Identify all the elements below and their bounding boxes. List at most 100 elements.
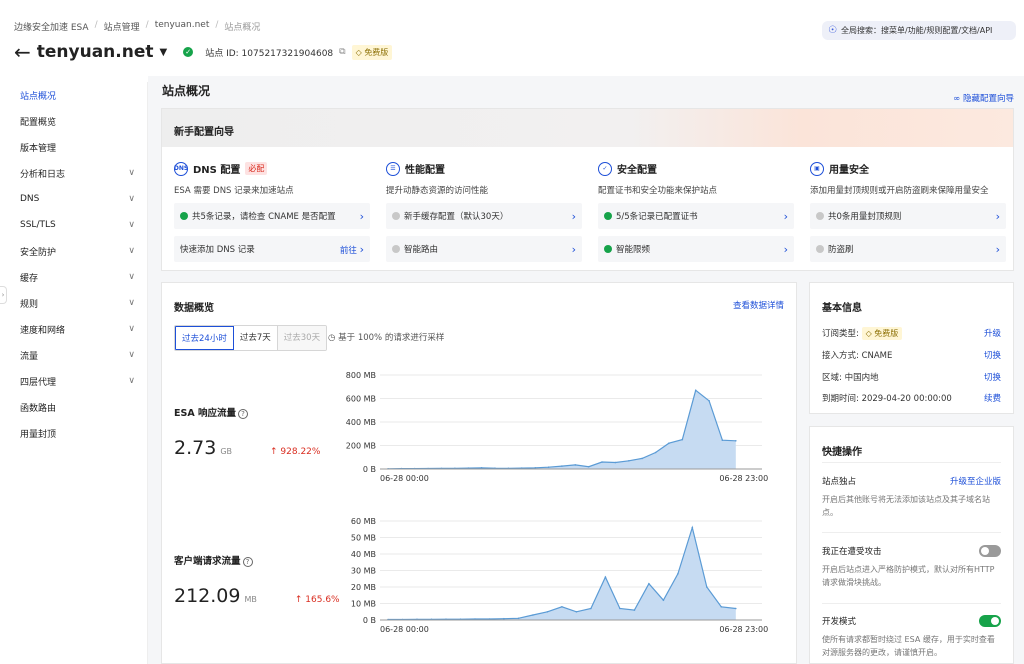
sidebar-item[interactable]: 规则 ∨: [0, 290, 147, 316]
y-tick-label: 30 MB: [351, 567, 376, 576]
guide-row[interactable]: 5/5条记录已配置证书 ›: [598, 203, 794, 229]
help-icon[interactable]: ?: [238, 409, 248, 419]
range-24h-tab[interactable]: 过去24小时: [175, 326, 234, 350]
sidebar-item[interactable]: 配置概览: [0, 108, 147, 134]
minus-circle-icon: [816, 245, 824, 253]
sidebar-item[interactable]: 版本管理: [0, 134, 147, 160]
help-icon[interactable]: ?: [242, 557, 253, 567]
divider: [822, 462, 1001, 463]
sidebar-item-label: SSL/TLS: [20, 220, 56, 230]
sidebar-item-label: 规则: [20, 299, 39, 310]
chevron-right-icon: ›: [359, 209, 364, 223]
sidebar-item-label: 速度和网络: [20, 325, 66, 336]
metric-esa-response-traffic: ESA 响应流量? 2.73 GB ↑ 928.22%: [174, 405, 320, 459]
y-tick-label: 800 MB: [346, 371, 376, 380]
sidebar-item[interactable]: 函数路由: [0, 394, 147, 420]
info-row-region: 区域: 中国内地 切换: [822, 371, 1001, 383]
sidebar-item[interactable]: SSL/TLS ∨: [0, 212, 147, 238]
metric-name: ESA 响应流量: [174, 408, 236, 419]
sidebar-item-label: 分析和日志: [20, 169, 66, 180]
data-point: [614, 461, 617, 464]
sidebar-collapse-handle[interactable]: ›: [0, 286, 7, 304]
guide-row[interactable]: 快速添加 DNS 记录 前往 ›: [174, 236, 370, 262]
divider: [822, 603, 1001, 604]
hide-guide-link[interactable]: ∞ 隐藏配置向导: [953, 92, 1014, 104]
data-point: [677, 573, 679, 575]
caret-down-icon[interactable]: ▼: [160, 47, 168, 58]
global-search-placeholder: 全局搜索：搜菜单/功能/规则配置/文档/API: [840, 26, 993, 35]
breadcrumb-esa[interactable]: 边缘安全加速 ESA: [14, 20, 89, 33]
metric-name: 客户端请求流量: [174, 556, 241, 567]
monitor-icon: ▣: [810, 161, 824, 176]
under-attack-toggle[interactable]: [979, 545, 1001, 557]
sidebar-item[interactable]: 用量封顶: [0, 420, 147, 446]
chevron-right-icon: ›: [359, 242, 364, 256]
sidebar-item[interactable]: 流量 ∨: [0, 342, 147, 368]
sidebar-item-label: 缓存: [20, 273, 39, 284]
sidebar-item[interactable]: DNS ∨: [0, 186, 147, 212]
y-tick-label: 60 MB: [351, 517, 376, 526]
diamond-icon: ◇: [355, 47, 365, 57]
y-tick-label: 600 MB: [346, 395, 376, 404]
quick-ops-title: 快捷操作: [822, 447, 862, 458]
document-icon: ☰: [386, 161, 400, 176]
back-arrow-icon[interactable]: ←: [14, 42, 31, 62]
guide-row[interactable]: 共5条记录，请检查 CNAME 是否配置 ›: [174, 203, 370, 229]
chevron-right-icon: ›: [783, 242, 788, 256]
breadcrumb-domain[interactable]: tenyuan.net: [155, 20, 210, 33]
range-7d-tab[interactable]: 过去7天: [234, 326, 278, 350]
data-point: [648, 582, 650, 585]
quick-op-dev-mode: 开发模式 使所有请求都暂时绕过 ESA 缓存，用于实时查看对源服务器的更改，请谨…: [822, 615, 1001, 659]
copy-icon[interactable]: ⧉: [339, 47, 345, 57]
minus-circle-icon: [816, 212, 824, 220]
quick-op-desc: 开启后其他账号将无法添加该站点及其子域名站点。: [822, 495, 990, 517]
sidebar-item[interactable]: 四层代理 ∨: [0, 368, 147, 394]
sidebar-item[interactable]: 缓存 ∨: [0, 264, 147, 290]
page-title: 站点概况: [162, 84, 211, 98]
renew-link[interactable]: 续费: [984, 392, 1001, 404]
sidebar-item[interactable]: 分析和日志 ∨: [0, 160, 147, 186]
go-link[interactable]: 前往: [340, 246, 357, 256]
y-tick-label: 0 B: [363, 616, 376, 625]
global-search-input[interactable]: ☉ 全局搜索：搜菜单/功能/规则配置/文档/API: [822, 21, 1016, 40]
data-point: [662, 599, 665, 601]
guide-row[interactable]: 防盗刷 ›: [810, 236, 1006, 262]
sidebar-item-label: 用量封顶: [20, 429, 57, 440]
site-id: 站点 ID: 1075217321904608: [205, 48, 334, 59]
sample-note-text: 基于 100% 的请求进行采样: [338, 333, 445, 343]
guide-row[interactable]: 共0条用量封顶规则 ›: [810, 203, 1006, 229]
switch-region-link[interactable]: 切换: [984, 371, 1001, 383]
required-badge: 必配: [245, 162, 268, 175]
upgrade-link[interactable]: 升级: [984, 327, 1001, 339]
view-data-details-link[interactable]: 查看数据详情: [733, 299, 784, 311]
guide-row[interactable]: 智能路由 ›: [386, 236, 582, 262]
info-row-subscription: 订阅类型: ◇ 免费版 升级: [822, 327, 1001, 340]
guide-row-text: 快速添加 DNS 记录: [180, 245, 255, 255]
y-tick-label: 0 B: [363, 465, 376, 474]
data-point: [706, 586, 708, 588]
switch-access-link[interactable]: 切换: [984, 349, 1001, 361]
upgrade-enterprise-link[interactable]: 升级至企业版: [950, 475, 1001, 487]
info-label: 到期时间: 2029-04-20 00:00:00: [822, 394, 952, 404]
sidebar-item[interactable]: 速度和网络 ∨: [0, 316, 147, 342]
sidebar-item[interactable]: 站点概况: [0, 82, 147, 108]
chevron-down-icon: ∨: [128, 324, 135, 334]
site-domain[interactable]: tenyuan.net: [37, 42, 154, 62]
range-30d-tab[interactable]: 过去30天: [277, 326, 327, 350]
breadcrumb-separator: /: [94, 20, 98, 30]
plan-badge-label: 免费版: [364, 47, 389, 57]
guide-row[interactable]: 新手缓存配置（默认30天） ›: [386, 203, 582, 229]
dev-mode-toggle[interactable]: [979, 615, 1001, 627]
guide-row-text: 5/5条记录已配置证书: [616, 212, 698, 222]
minus-circle-icon: [392, 212, 400, 220]
data-point: [691, 526, 694, 529]
sidebar-item[interactable]: 安全防护 ∨: [0, 238, 147, 264]
data-point: [547, 466, 550, 468]
breadcrumb-current: 站点概况: [224, 23, 261, 33]
data-point: [735, 607, 737, 610]
breadcrumb-site-management[interactable]: 站点管理: [104, 20, 140, 33]
minus-circle-icon: [392, 245, 400, 253]
chevron-right-icon: ›: [995, 242, 1000, 256]
guide-row[interactable]: 智能限频 ›: [598, 236, 794, 262]
guide-column-title: 性能配置: [405, 165, 445, 176]
